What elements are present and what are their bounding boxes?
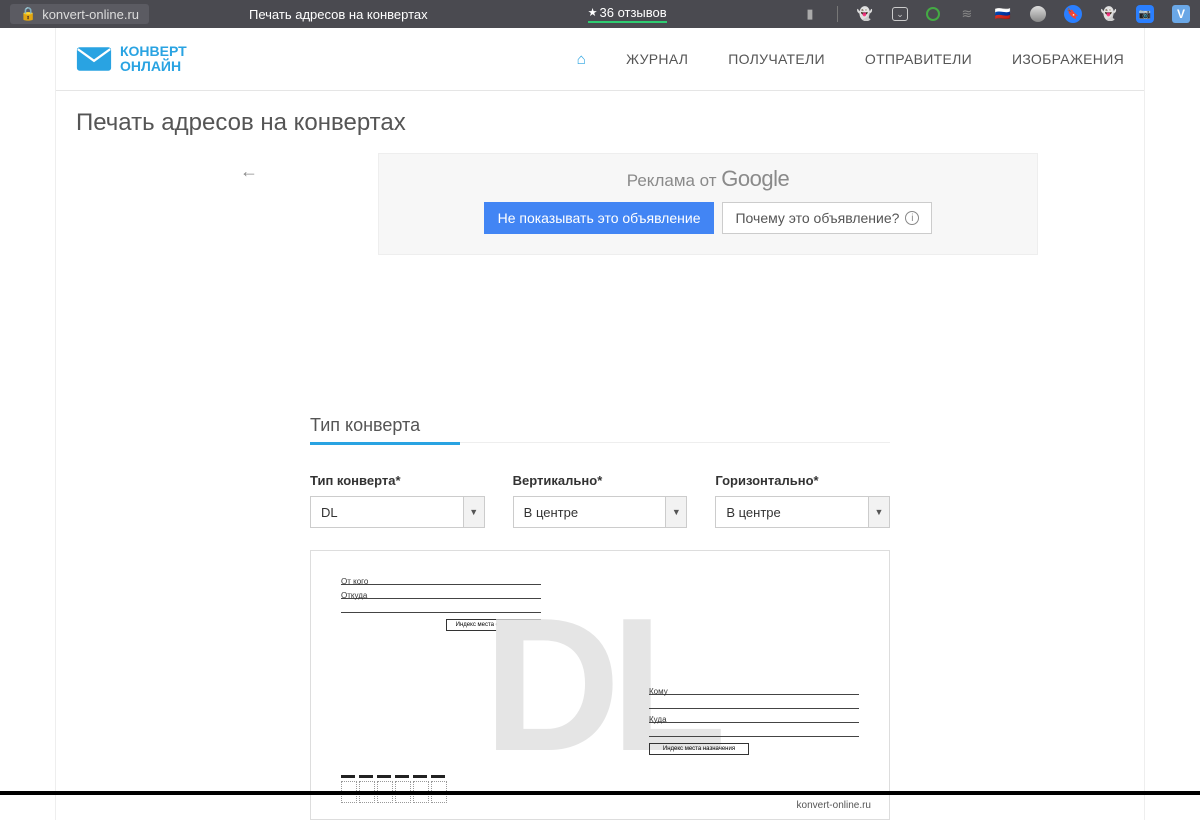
nav-images[interactable]: ИЗОБРАЖЕНИЯ — [1012, 51, 1124, 67]
recip-where-label: Куда — [649, 715, 667, 724]
sender-line-3 — [341, 599, 541, 613]
recip-line-2 — [649, 695, 859, 709]
why-ad-label: Почему это объявление? — [735, 210, 899, 226]
zip-top-bars — [341, 775, 447, 778]
select-envelope-type-input[interactable] — [310, 496, 485, 528]
field-row: Тип конверта* ▼ Вертикально* ▼ Горизонта… — [310, 473, 890, 528]
nav-links: ⌂ ЖУРНАЛ ПОЛУЧАТЕЛИ ОТПРАВИТЕЛИ ИЗОБРАЖЕ… — [577, 51, 1124, 68]
browser-chrome-bar: 🔒 konvert-online.ru Печать адресов на ко… — [0, 0, 1200, 28]
logo-text: КОНВЕРТ ОНЛАЙН — [120, 44, 187, 73]
sender-block: От кого Откуда Индекс места отправления — [341, 571, 541, 631]
recip-index-box: Индекс места назначения — [649, 743, 749, 755]
recip-to-line: Кому — [649, 681, 859, 695]
select-horizontal-input[interactable] — [715, 496, 890, 528]
select-vertical-input[interactable] — [513, 496, 688, 528]
back-arrow-icon[interactable]: ← — [226, 153, 272, 190]
recip-to-label: Кому — [649, 687, 668, 696]
nav-journal[interactable]: ЖУРНАЛ — [626, 51, 688, 67]
nav-recipients[interactable]: ПОЛУЧАТЕЛИ — [728, 51, 825, 67]
preview-brand-text: konvert-online.ru — [797, 800, 871, 811]
ad-label-prefix: Реклама от — [627, 171, 722, 190]
bookmark-ribbon-icon[interactable]: ▮ — [801, 5, 819, 23]
recip-line-4 — [649, 723, 859, 737]
sender-where-label: Откуда — [341, 591, 367, 600]
tab-title: Печать адресов на конвертах — [249, 7, 428, 22]
ghost-icon[interactable]: 👻 — [856, 5, 874, 23]
recipient-block: Кому Куда Индекс места назначения — [649, 681, 859, 755]
pocket-icon[interactable]: ⌄ — [892, 7, 908, 21]
section-underline — [310, 442, 460, 445]
sender-index-box: Индекс места отправления — [446, 619, 541, 631]
ad-row: ← Реклама от Google Не показывать это об… — [56, 153, 1144, 255]
grey-circle-icon[interactable] — [1030, 6, 1046, 22]
bottom-black-bar — [0, 791, 1200, 795]
zoom-icon[interactable]: 📷 — [1136, 5, 1154, 23]
section-envelope-type-title: Тип конверта — [310, 415, 890, 443]
ad-label-line: Реклама от Google — [379, 166, 1037, 192]
ad-buttons: Не показывать это объявление Почему это … — [379, 202, 1037, 234]
why-ad-button[interactable]: Почему это объявление? i — [722, 202, 932, 234]
hide-ad-button[interactable]: Не показывать это объявление — [484, 202, 715, 234]
field-vertical: Вертикально* ▼ — [513, 473, 688, 528]
sender-from-line: От кого — [341, 571, 541, 585]
ad-google-text: Google — [721, 166, 789, 191]
top-nav: КОНВЕРТ ОНЛАЙН ⌂ ЖУРНАЛ ПОЛУЧАТЕЛИ ОТПРА… — [56, 28, 1144, 91]
ghost-icon-2[interactable]: 👻 — [1100, 5, 1118, 23]
form-area: Тип конверта Тип конверта* ▼ Вертикально… — [310, 415, 890, 820]
chevron-down-icon[interactable]: ▼ — [665, 496, 687, 528]
field-envelope-type: Тип конверта* ▼ — [310, 473, 485, 528]
rss-icon[interactable]: ≋ — [958, 5, 976, 23]
separator-icon — [837, 6, 838, 22]
recip-where-line: Куда — [649, 709, 859, 723]
blue-bookmark-icon[interactable]: 🔖 — [1064, 5, 1082, 23]
home-icon[interactable]: ⌂ — [577, 51, 586, 68]
label-horizontal: Горизонтально* — [715, 473, 890, 488]
select-vertical[interactable]: ▼ — [513, 496, 688, 528]
chevron-down-icon[interactable]: ▼ — [463, 496, 485, 528]
logo-line1: КОНВЕРТ — [120, 44, 187, 59]
url-host: konvert-online.ru — [42, 7, 139, 22]
green-circle-icon[interactable] — [926, 7, 940, 21]
browser-extension-icons: ▮ 👻 ⌄ ≋ 🇷🇺 🔖 👻 📷 V — [801, 5, 1190, 23]
logo-line2: ОНЛАЙН — [120, 59, 187, 74]
reviews-badge[interactable]: ★ 36 отзывов — [588, 5, 667, 23]
chevron-down-icon[interactable]: ▼ — [868, 496, 890, 528]
url-box[interactable]: 🔒 konvert-online.ru — [10, 4, 149, 24]
info-icon: i — [905, 211, 919, 225]
envelope-icon — [76, 46, 112, 72]
lock-icon: 🔒 — [20, 6, 36, 22]
select-envelope-type[interactable]: ▼ — [310, 496, 485, 528]
label-envelope-type: Тип конверта* — [310, 473, 485, 488]
right-gutter — [1145, 28, 1200, 795]
reviews-text: 36 отзывов — [600, 5, 667, 20]
envelope-preview: DL От кого Откуда Индекс места отправлен… — [310, 550, 890, 820]
v-badge-icon[interactable]: V — [1172, 5, 1190, 23]
ad-box: Реклама от Google Не показывать это объя… — [378, 153, 1038, 255]
sender-from-label: От кого — [341, 577, 368, 586]
site-logo[interactable]: КОНВЕРТ ОНЛАЙН — [76, 44, 187, 73]
left-gutter — [0, 28, 55, 795]
star-icon: ★ — [588, 6, 598, 19]
flag-ru-icon[interactable]: 🇷🇺 — [994, 5, 1012, 23]
sender-where-line: Откуда — [341, 585, 541, 599]
field-horizontal: Горизонтально* ▼ — [715, 473, 890, 528]
select-horizontal[interactable]: ▼ — [715, 496, 890, 528]
zip-index-grid — [341, 775, 447, 803]
nav-senders[interactable]: ОТПРАВИТЕЛИ — [865, 51, 972, 67]
page-title: Печать адресов на конвертах — [56, 91, 1144, 153]
page-container: КОНВЕРТ ОНЛАЙН ⌂ ЖУРНАЛ ПОЛУЧАТЕЛИ ОТПРА… — [55, 28, 1145, 820]
label-vertical: Вертикально* — [513, 473, 688, 488]
